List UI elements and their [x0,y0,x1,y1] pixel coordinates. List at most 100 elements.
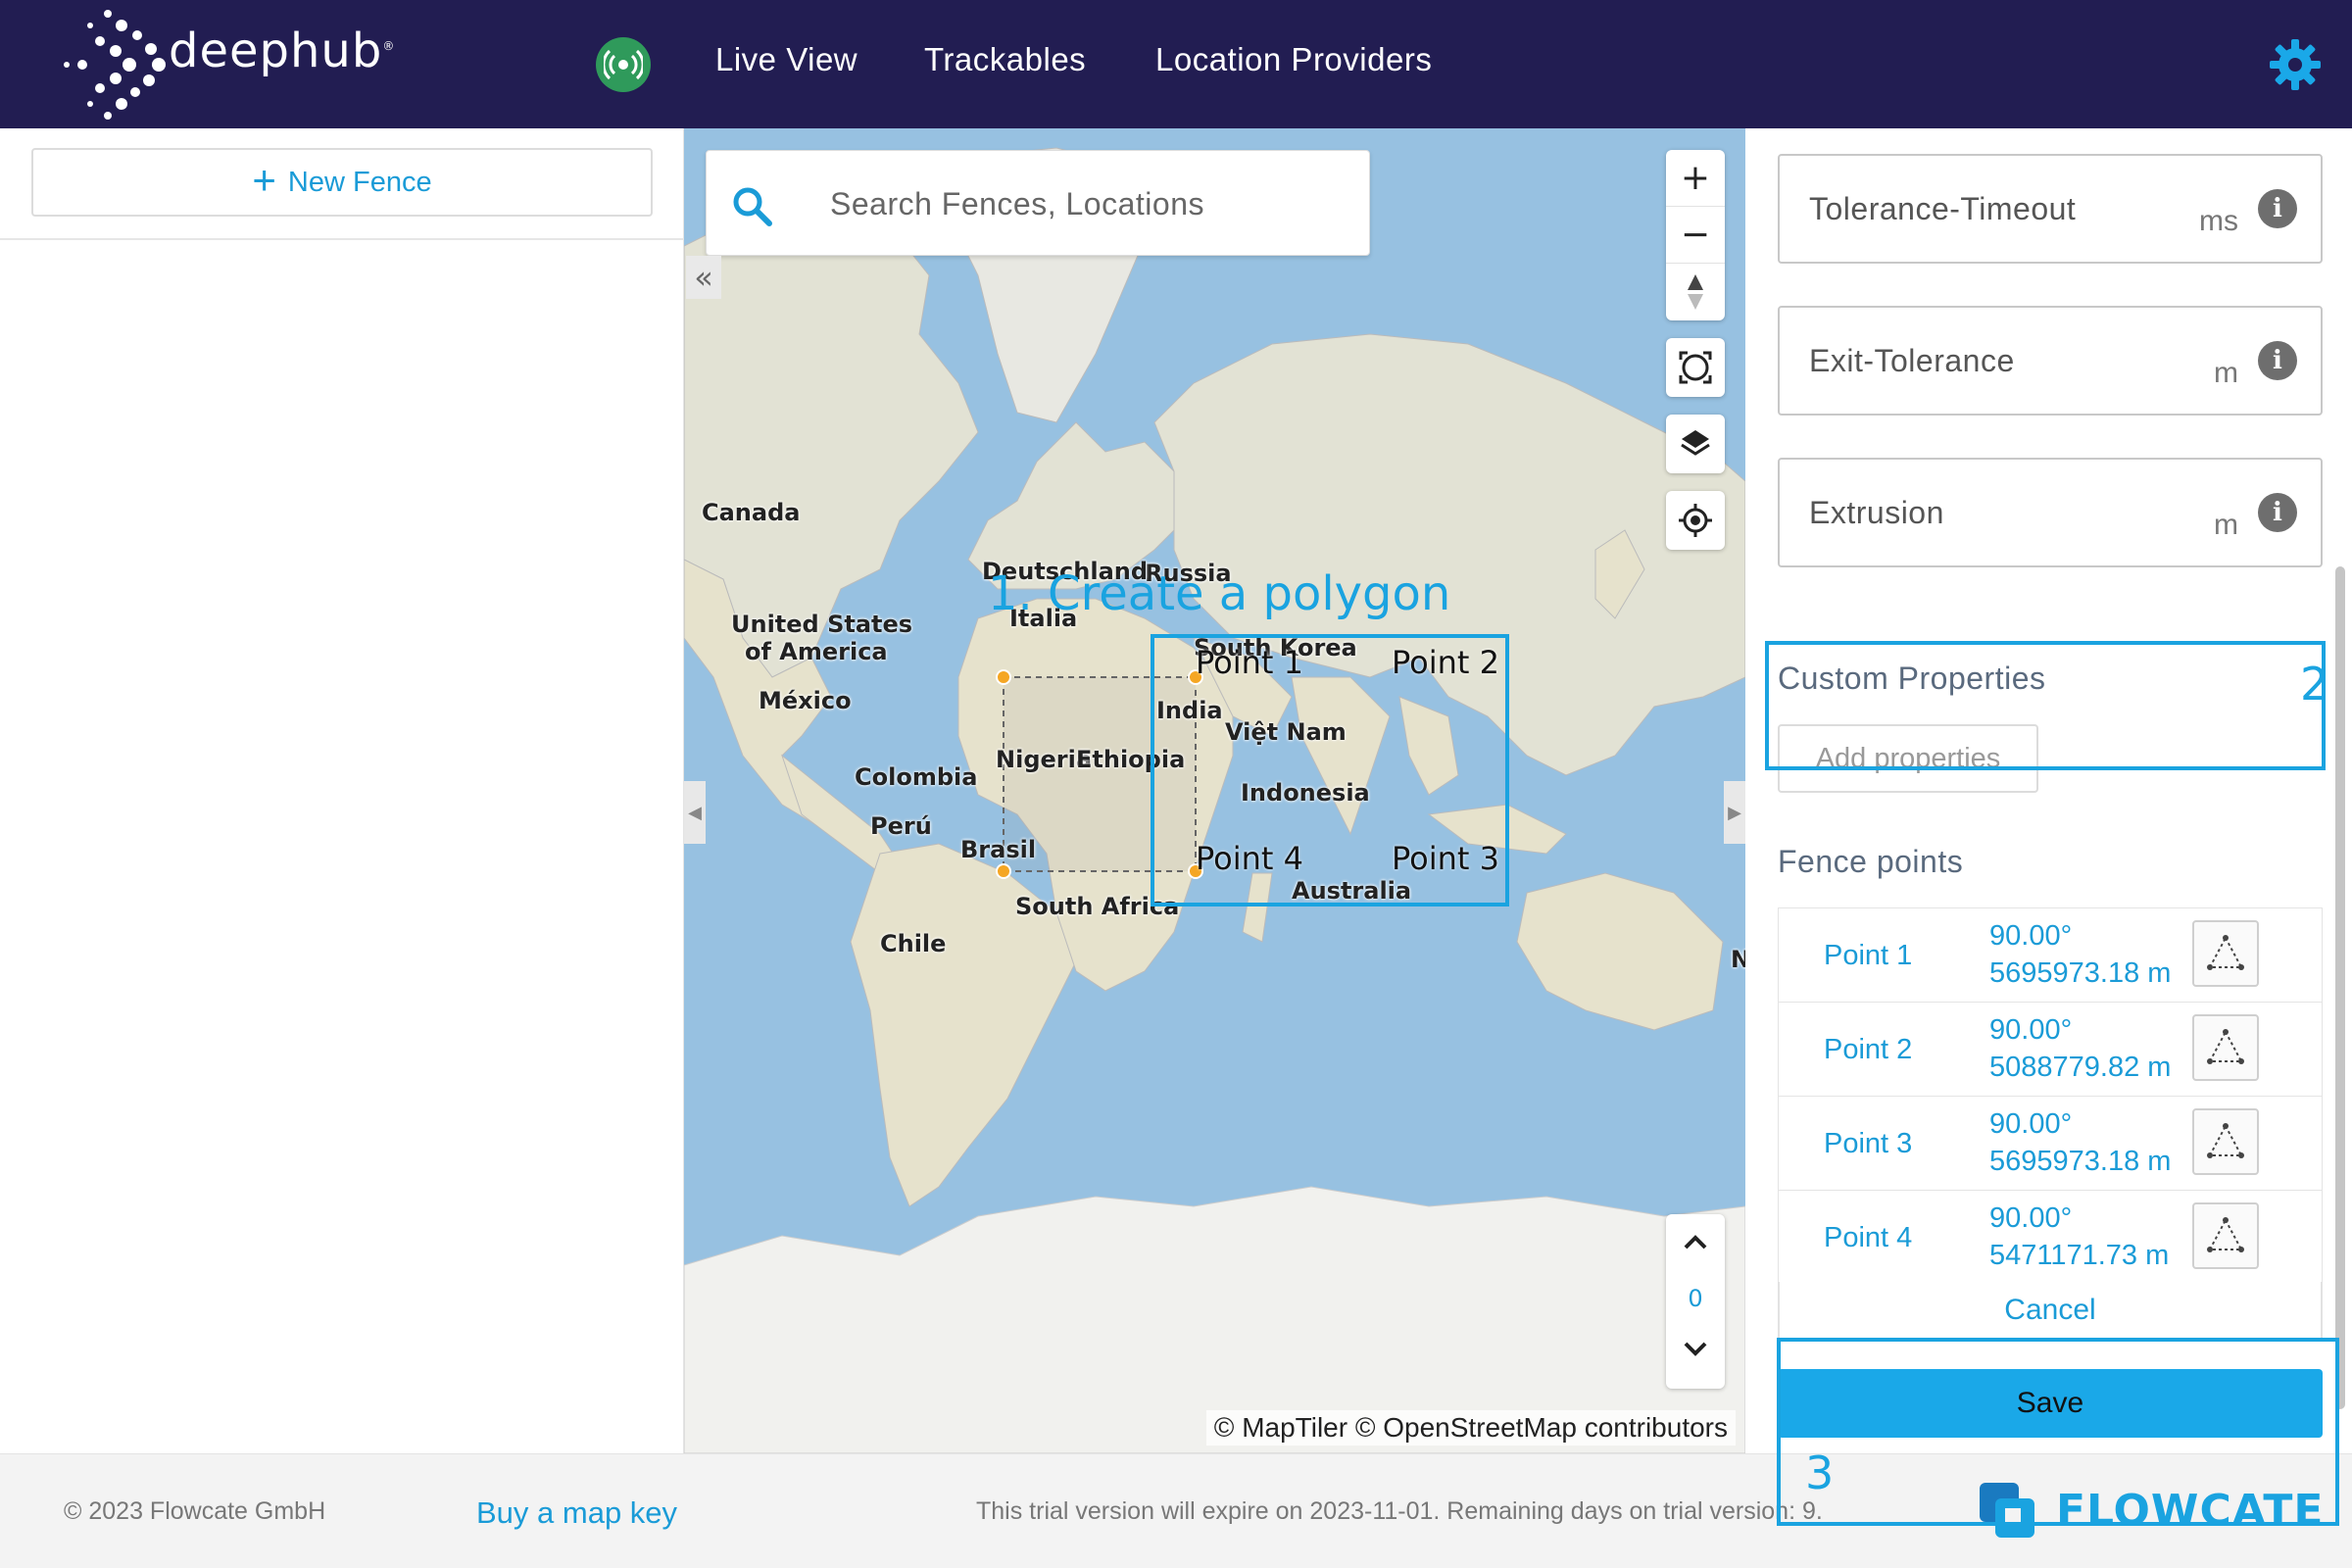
layers-button[interactable] [1666,415,1725,473]
map-label-united-states: United States [731,611,913,638]
fence-point-row: Point 2 90.00° 5088779.82 m [1779,1003,2322,1097]
fence-point-name: Point 2 [1824,1034,1913,1065]
map-label-of-america: of America [745,638,888,665]
map-view[interactable]: Canada United States of America México C… [684,128,1745,1453]
exit-tolerance-unit: m [2214,357,2238,389]
top-navbar: deephub® Live View Trackables Location P… [0,0,2352,128]
fence-point-angle: 90.00° [1989,1014,2073,1046]
fence-point-distance: 5695973.18 m [1989,957,2172,989]
map-label-edge: N [1731,946,1745,973]
fence-point-distance: 5088779.82 m [1989,1052,2172,1083]
trial-notice: This trial version will expire on 2023-1… [976,1497,1823,1525]
polygon-point-4-marker [996,863,1011,879]
fence-point-distance: 5695973.18 m [1989,1146,2172,1177]
level-control: 0 [1666,1214,1725,1389]
tolerance-timeout-unit: ms [2199,205,2238,237]
fence-point-name: Point 1 [1824,940,1913,971]
polygon-icon [2207,935,2244,970]
panel-scrollbar[interactable] [2335,566,2345,1409]
fence-list-sidebar: + New Fence [0,128,684,1453]
compass-button[interactable] [1666,264,1725,320]
map-label-brasil: Brasil [960,836,1037,863]
collapse-sidebar-button[interactable]: « [686,256,721,299]
fence-point-row: Point 1 90.00° 5695973.18 m [1779,908,2322,1003]
map-label-chile: Chile [880,930,947,957]
chevron-left-icon: ◀ [688,802,702,823]
annotation-box-custom-properties [1765,641,2326,770]
buy-map-key-link[interactable]: Buy a map key [476,1495,677,1531]
extrusion-field[interactable]: Extrusion m i [1778,458,2323,567]
fence-point-row: Point 4 90.00° 5471171.73 m [1779,1191,2322,1285]
cancel-button[interactable]: Cancel [1778,1282,2323,1341]
extrusion-unit: m [2214,509,2238,541]
fence-points-list: Point 1 90.00° 5695973.18 m Point 2 90.0… [1778,907,2323,1284]
fullscreen-icon [1679,351,1712,384]
polygon-icon [2207,1029,2244,1064]
extrusion-label: Extrusion [1809,495,1944,530]
polygon-point-button[interactable] [2192,1108,2259,1175]
polygon-icon [2207,1217,2244,1252]
new-fence-label: New Fence [287,166,432,198]
polygon-point-3-label: Point 3 [1392,840,1499,877]
map-search-box[interactable]: Search Fences, Locations [706,150,1370,256]
search-icon [733,187,772,226]
info-icon[interactable]: i [2258,189,2297,228]
chevron-down-icon [1684,1342,1707,1356]
tolerance-timeout-label: Tolerance-Timeout [1809,191,2077,226]
locate-button[interactable] [1666,491,1725,550]
compass-icon [1688,274,1703,310]
brand-name[interactable]: deephub® [169,24,395,78]
polygon-point-button[interactable] [2192,920,2259,987]
fence-point-distance: 5471171.73 m [1989,1240,2170,1271]
new-fence-button[interactable]: + New Fence [31,148,653,217]
search-input[interactable]: Search Fences, Locations [830,186,1204,222]
fence-point-angle: 90.00° [1989,1108,2073,1140]
polygon-point-1-marker [996,669,1011,685]
fence-point-angle: 90.00° [1989,920,2073,952]
left-panel-handle[interactable]: ◀ [684,781,706,844]
annotation-box-save [1777,1338,2339,1526]
chevron-up-icon [1684,1235,1707,1250]
info-icon[interactable]: i [2258,341,2297,380]
level-value: 0 [1688,1285,1703,1312]
annotation-create-polygon: 1. Create a polygon [988,566,1451,621]
double-chevron-left-icon: « [694,259,713,296]
annotation-2: 2 [2300,658,2329,710]
polygon-point-button[interactable] [2192,1202,2259,1269]
map-attribution[interactable]: © MapTiler © OpenStreetMap contributors [1205,1410,1736,1446]
fullscreen-button[interactable] [1666,338,1725,397]
map-label-colombia: Colombia [855,763,978,791]
fence-edit-panel: Tolerance-Timeout ms i Exit-Tolerance m … [1745,128,2352,1453]
layers-icon [1681,430,1710,456]
exit-tolerance-field[interactable]: Exit-Tolerance m i [1778,306,2323,416]
crosshair-icon [1679,504,1712,537]
deephub-logo-icon[interactable] [61,6,169,122]
broadcast-icon[interactable] [596,37,651,92]
zoom-in-button[interactable]: + [1666,150,1725,207]
level-up-button[interactable] [1666,1228,1725,1267]
chevron-right-icon: ▶ [1728,802,1741,823]
sidebar-divider [0,238,684,240]
copyright-text: © 2023 Flowcate GmbH [64,1497,326,1525]
map-label-canada: Canada [702,499,801,526]
map-label-mexico: México [759,687,852,714]
exit-tolerance-label: Exit-Tolerance [1809,343,2015,378]
fence-point-row: Point 3 90.00° 5695973.18 m [1779,1097,2322,1191]
fence-point-angle: 90.00° [1989,1202,2073,1234]
gear-icon[interactable] [2268,37,2323,92]
zoom-out-button[interactable]: − [1666,207,1725,264]
polygon-point-1-label: Point 1 [1196,644,1303,681]
nav-trackables[interactable]: Trackables [924,41,1086,78]
fence-points-title: Fence points [1778,844,1964,879]
polygon-point-2-label: Point 2 [1392,644,1499,681]
polygon-point-button[interactable] [2192,1014,2259,1081]
polygon-point-4-label: Point 4 [1196,840,1303,877]
right-panel-handle[interactable]: ▶ [1724,781,1745,844]
tolerance-timeout-field[interactable]: Tolerance-Timeout ms i [1778,154,2323,264]
polygon-icon [2207,1123,2244,1158]
info-icon[interactable]: i [2258,493,2297,532]
nav-live-view[interactable]: Live View [715,41,858,78]
fence-point-name: Point 3 [1824,1128,1913,1159]
level-down-button[interactable] [1666,1336,1725,1375]
nav-location-providers[interactable]: Location Providers [1155,41,1432,78]
